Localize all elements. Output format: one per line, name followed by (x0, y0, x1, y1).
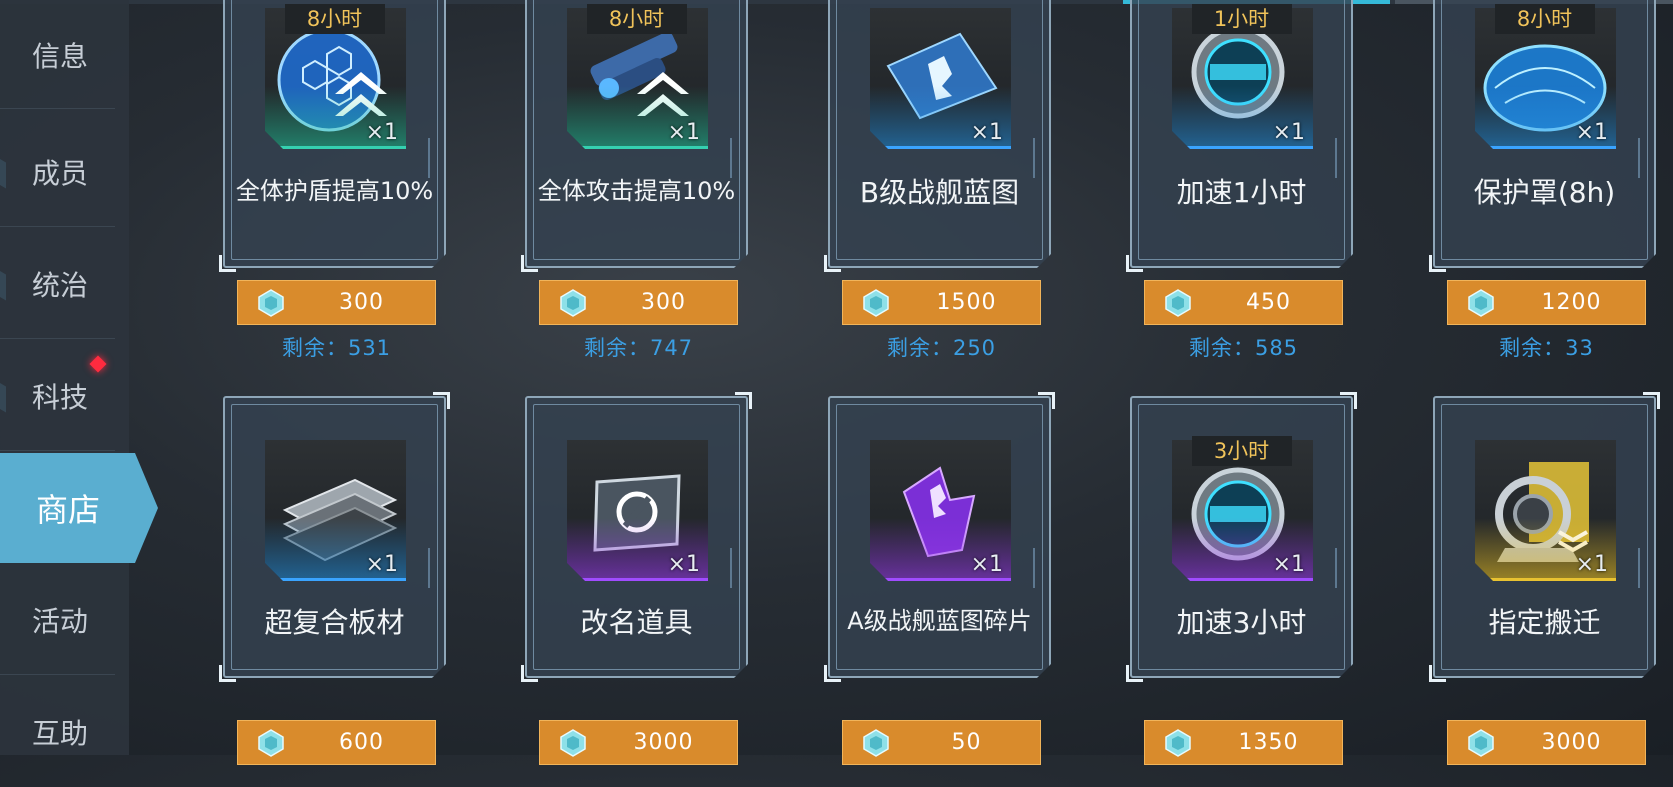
price-label: 600 (339, 730, 384, 755)
buy-button[interactable]: 3000 (539, 720, 738, 765)
item-quantity: ×1 (667, 120, 700, 145)
composite-plate-icon: ×1 (265, 440, 406, 581)
buy-button[interactable]: 300 (237, 280, 436, 325)
rename-card-icon: ×1 (567, 440, 708, 581)
remaining-stock: 剩余：531 (281, 336, 392, 360)
gem-icon (258, 289, 284, 317)
shop-item-card[interactable]: ×1 超复合板材 (219, 392, 450, 682)
price-label: 1350 (1238, 730, 1299, 755)
item-name: 指定搬迁 (1488, 606, 1601, 639)
item-name: 超复合板材 (264, 606, 405, 639)
sidebar-item-help[interactable]: 互助 (0, 677, 129, 787)
duration-tag: 1小时 (1191, 4, 1292, 34)
sidebar-item-shop[interactable]: 商店 (0, 453, 158, 563)
item-name: 改名道具 (580, 606, 693, 639)
sidebar-item-label: 信息 (32, 39, 89, 73)
sidebar-item-label: 统治 (32, 269, 89, 302)
buy-button[interactable]: 50 (842, 720, 1041, 765)
gem-icon (863, 289, 889, 317)
shop-item-card[interactable]: ×1 8小时 全体攻击提高10% (521, 0, 748, 272)
item-quantity: ×1 (365, 120, 398, 145)
item-quantity: ×1 (1272, 120, 1305, 145)
price-label: 300 (339, 290, 384, 315)
sidebar-item-rule[interactable]: 统治 (0, 229, 129, 339)
sidebar-item-label: 商店 (36, 491, 101, 529)
sidebar: 信息 成员 统治 科技 商店 活动 互助 (0, 0, 158, 755)
buy-button[interactable]: 300 (539, 280, 738, 325)
shop-item-card[interactable]: ×1 1小时 加速1小时 (1126, 0, 1353, 272)
item-quantity: ×1 (970, 552, 1003, 577)
duration-tag: 8小时 (284, 4, 385, 34)
price-label: 1500 (936, 290, 997, 315)
sidebar-item-label: 成员 (32, 157, 89, 190)
sidebar-item-members[interactable]: 成员 (0, 117, 129, 227)
buy-button[interactable]: 450 (1144, 280, 1343, 325)
duration-tag: 3小时 (1191, 436, 1292, 466)
item-quantity: ×1 (1575, 120, 1608, 145)
sidebar-item-events[interactable]: 活动 (0, 565, 129, 675)
blueprint-icon: ×1 (870, 8, 1011, 149)
remaining-stock: 剩余：250 (886, 336, 997, 360)
gem-icon (1165, 729, 1191, 757)
price-label: 3000 (1541, 730, 1602, 755)
gem-icon (1165, 289, 1191, 317)
sidebar-item-label: 科技 (32, 381, 89, 414)
sidebar-item-label: 互助 (32, 717, 89, 750)
shop-item-card[interactable]: ×1 3小时 加速3小时 (1126, 392, 1357, 682)
shop-item-card[interactable]: ×1 B级战舰蓝图 (824, 0, 1051, 272)
item-quantity: ×1 (1575, 552, 1608, 577)
item-name: B级战舰蓝图 (859, 176, 1020, 209)
shop-item-card[interactable]: ×1 改名道具 (521, 392, 752, 682)
remaining-stock: 剩余：747 (583, 336, 694, 360)
shop-item-card[interactable]: ×1 8小时 全体护盾提高10% (219, 0, 446, 272)
item-quantity: ×1 (667, 552, 700, 577)
item-name: 保护罩(8h) (1473, 176, 1616, 209)
sidebar-item-info[interactable]: 信息 (0, 0, 129, 109)
item-name: A级战舰蓝图碎片 (847, 607, 1032, 635)
remaining-stock: 剩余：585 (1188, 336, 1299, 360)
price-label: 1200 (1541, 290, 1602, 315)
buy-button[interactable]: 1350 (1144, 720, 1343, 765)
gem-icon (1468, 289, 1494, 317)
shop-item-card[interactable]: ×1 8小时 保护罩(8h) (1429, 0, 1656, 272)
item-quantity: ×1 (970, 120, 1003, 145)
sidebar-item-tech[interactable]: 科技 (0, 341, 129, 451)
item-quantity: ×1 (1272, 552, 1305, 577)
buy-button[interactable]: 1500 (842, 280, 1041, 325)
item-name: 加速3小时 (1176, 606, 1307, 639)
gem-icon (258, 729, 284, 757)
remaining-stock: 剩余：33 (1499, 336, 1594, 360)
item-name: 全体攻击提高10% (537, 177, 736, 205)
buy-button[interactable]: 3000 (1447, 720, 1646, 765)
relocation-device-icon: ×1 (1475, 440, 1616, 581)
gem-icon (560, 289, 586, 317)
gem-icon (863, 729, 889, 757)
item-name: 全体护盾提高10% (235, 177, 434, 205)
item-quantity: ×1 (365, 552, 398, 577)
gem-icon (560, 729, 586, 757)
shop-item-card[interactable]: ×1 指定搬迁 (1429, 392, 1660, 682)
buy-button[interactable]: 1200 (1447, 280, 1646, 325)
duration-tag: 8小时 (586, 4, 687, 34)
item-name: 加速1小时 (1176, 176, 1307, 209)
price-label: 450 (1246, 290, 1291, 315)
shop-item-card[interactable]: ×1 A级战舰蓝图碎片 (824, 392, 1055, 682)
price-label: 300 (641, 290, 686, 315)
gem-icon (1468, 729, 1494, 757)
buy-button[interactable]: 600 (237, 720, 436, 765)
sidebar-item-label: 活动 (32, 605, 89, 638)
duration-tag: 8小时 (1494, 4, 1595, 34)
price-label: 50 (951, 730, 982, 755)
blueprint-fragment-icon: ×1 (870, 440, 1011, 581)
price-label: 3000 (633, 730, 694, 755)
